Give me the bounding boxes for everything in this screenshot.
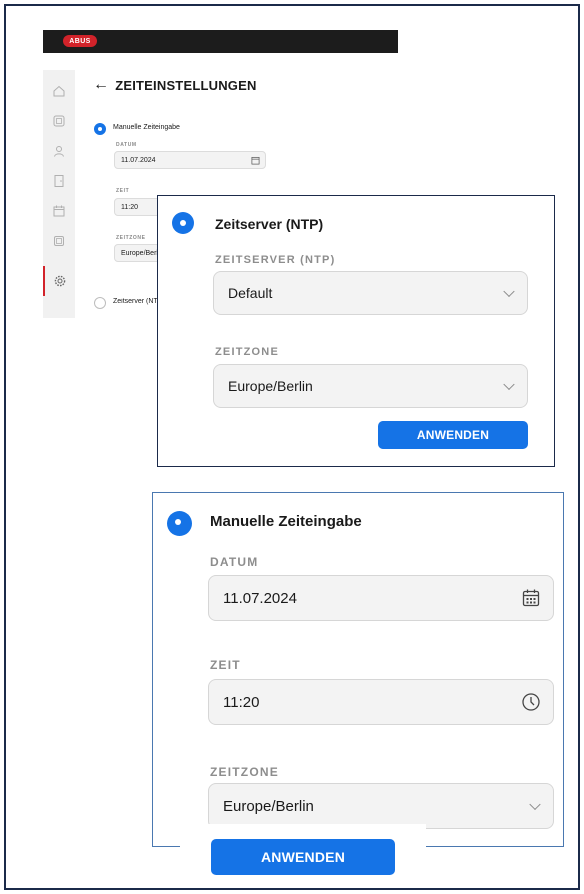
manual-radio-label: Manuelle Zeiteingabe (210, 513, 362, 530)
device-icon (54, 236, 64, 246)
arrow-left-icon[interactable]: ← (93, 76, 109, 94)
date-field-mini[interactable]: 11.07.2024 (114, 151, 266, 169)
ntp-server-label: ZEITSERVER (NTP) (215, 254, 336, 266)
sidebar (43, 70, 75, 318)
clock-icon[interactable] (521, 692, 541, 712)
manual-date-field[interactable]: 11.07.2024 (208, 575, 554, 621)
date-value-mini: 11.07.2024 (121, 156, 156, 164)
chevron-down-icon (503, 378, 515, 391)
chevron-down-icon (529, 798, 541, 811)
calendar-icon[interactable] (521, 588, 541, 608)
sidebar-item-users[interactable] (43, 136, 75, 166)
manual-radio-label-mini: Manuelle Zeiteingabe (113, 124, 180, 131)
manual-time-field[interactable]: 11:20 (208, 679, 554, 725)
ntp-radio-mini[interactable] (94, 297, 106, 309)
calendar-icon (251, 156, 260, 165)
gear-icon (54, 275, 66, 287)
time-value-mini: 11:20 (121, 203, 138, 211)
ntp-radio-label-mini: Zeitserver (NTP) (113, 298, 157, 305)
manual-time-value: 11:20 (223, 693, 260, 711)
sidebar-item-dashboard[interactable] (43, 106, 75, 136)
sidebar-item-settings[interactable] (43, 266, 75, 296)
manual-radio-mini[interactable] (94, 123, 106, 135)
date-label-mini: DATUM (116, 142, 137, 148)
zone-label-mini: ZEITZONE (116, 235, 146, 241)
manual-zone-value: Europe/Berlin (223, 797, 314, 815)
sidebar-item-doors[interactable] (43, 166, 75, 196)
calendar-icon (53, 205, 65, 217)
manual-radio[interactable] (167, 511, 192, 536)
chevron-down-icon (503, 285, 515, 298)
manual-zone-label: ZEITZONE (210, 765, 279, 779)
door-icon (54, 175, 64, 187)
ntp-zone-label: ZEITZONE (215, 346, 279, 358)
abus-logo: ABUS (63, 35, 97, 47)
ntp-zone-select[interactable]: Europe/Berlin (213, 364, 528, 408)
page-title-text: ZEITEINSTELLUNGEN (115, 77, 257, 93)
user-icon (54, 146, 64, 157)
sidebar-item-calendar[interactable] (43, 196, 75, 226)
home-icon (53, 85, 65, 97)
page-title: ← ZEITEINSTELLUNGEN (93, 76, 257, 94)
ntp-server-value: Default (228, 285, 273, 301)
manual-date-label: DATUM (210, 555, 259, 569)
top-bar: ABUS (43, 30, 398, 53)
sidebar-item-home[interactable] (43, 76, 75, 106)
ntp-apply-button[interactable]: ANWENDEN (378, 421, 528, 449)
ntp-radio-label: Zeitserver (NTP) (215, 216, 324, 232)
ntp-zone-value: Europe/Berlin (228, 378, 313, 394)
sidebar-item-devices[interactable] (43, 226, 75, 256)
ntp-radio[interactable] (172, 212, 194, 234)
manual-panel: Manuelle Zeiteingabe DATUM 11.07.2024 ZE… (152, 492, 564, 847)
manual-apply-button[interactable]: ANWENDEN (211, 839, 395, 875)
manual-date-value: 11.07.2024 (223, 589, 297, 607)
manual-zone-select[interactable]: Europe/Berlin (208, 783, 554, 829)
manual-time-label: ZEIT (210, 658, 241, 672)
dashboard-icon (53, 115, 65, 127)
ntp-panel: Zeitserver (NTP) ZEITSERVER (NTP) Defaul… (157, 195, 555, 467)
time-label-mini: ZEIT (116, 188, 130, 194)
ntp-server-select[interactable]: Default (213, 271, 528, 315)
